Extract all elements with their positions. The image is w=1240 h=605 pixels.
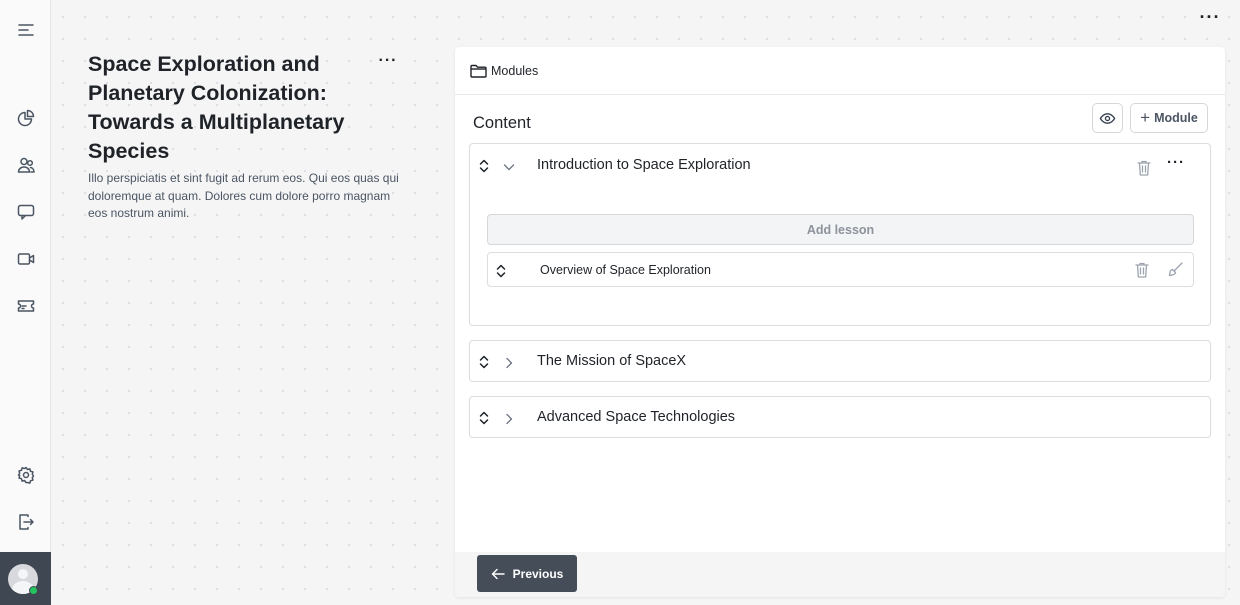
chevron-right-icon[interactable] [503, 412, 515, 425]
module-title: Advanced Space Technologies [537, 409, 736, 425]
drag-handle-icon[interactable] [495, 263, 507, 279]
module-title: Introduction to Space Exploration [537, 157, 751, 173]
chevron-right-icon[interactable] [503, 356, 515, 369]
add-module-label: Module [1154, 111, 1198, 125]
lesson-title: Overview of Space Exploration [540, 263, 711, 277]
add-module-button[interactable]: + Module [1130, 103, 1208, 133]
user-menu[interactable] [0, 552, 51, 605]
panel-header-label: Modules [491, 64, 539, 78]
sidebar [0, 0, 51, 605]
panel-header: Modules [455, 47, 1225, 95]
drag-handle-icon[interactable] [478, 354, 490, 370]
drag-handle-icon[interactable] [478, 158, 490, 174]
logout-icon[interactable] [13, 509, 39, 535]
arrow-left-icon [491, 568, 505, 580]
folder-icon [470, 64, 487, 78]
trash-icon[interactable] [1134, 261, 1150, 279]
content-title: Content [473, 114, 531, 132]
ticket-icon[interactable] [13, 293, 39, 319]
edit-brush-icon[interactable] [1167, 261, 1184, 279]
module-card: Introduction to Space Exploration ··· Ad… [469, 143, 1211, 326]
module-title: The Mission of SpaceX [537, 353, 687, 369]
previous-label: Previous [512, 566, 564, 581]
preview-button[interactable] [1092, 103, 1123, 133]
module-card: The Mission of SpaceX [469, 340, 1211, 382]
eye-icon [1099, 110, 1116, 127]
plus-icon: + [1140, 108, 1151, 127]
drag-handle-icon[interactable] [478, 410, 490, 426]
trash-icon[interactable] [1136, 159, 1152, 177]
video-icon[interactable] [13, 246, 39, 272]
menu-icon[interactable] [13, 17, 39, 43]
course-more-button[interactable]: ··· [376, 52, 400, 70]
add-lesson-button[interactable]: Add lesson [487, 214, 1194, 245]
module-card: Advanced Space Technologies [469, 396, 1211, 438]
course-description: Illo perspiciatis et sint fugit ad rerum… [88, 171, 399, 220]
panel-footer: Previous [455, 552, 1225, 597]
lesson-item[interactable]: Overview of Space Exploration [487, 252, 1194, 287]
users-icon[interactable] [13, 152, 39, 178]
page-more-button[interactable]: ··· [1198, 8, 1222, 28]
modules-panel: Modules Content + Module Introduction to… [455, 47, 1225, 597]
previous-button[interactable]: Previous [477, 555, 577, 592]
module-header[interactable]: Advanced Space Technologies [470, 397, 1210, 439]
module-header[interactable]: Introduction to Space Exploration ··· [470, 144, 1210, 186]
online-status-dot [29, 586, 38, 595]
gear-icon[interactable] [13, 462, 39, 488]
chevron-down-icon[interactable] [503, 160, 515, 172]
chat-icon[interactable] [13, 199, 39, 225]
module-more-button[interactable]: ··· [1167, 155, 1189, 171]
module-header[interactable]: The Mission of SpaceX [470, 341, 1210, 383]
pie-chart-icon[interactable] [13, 105, 39, 131]
course-title: Space Exploration and Planetary Coloniza… [88, 52, 345, 163]
